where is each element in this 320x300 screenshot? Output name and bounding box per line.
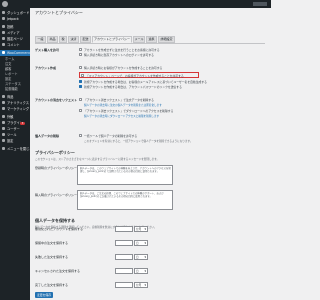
retention-heading: 個人データを保持する	[35, 218, 75, 223]
tab-7[interactable]: 連携	[146, 36, 157, 43]
settings-icon	[2, 139, 5, 142]
personal-data-option: 一括ツールで個人データの削除を許可する	[84, 134, 138, 138]
update-count-badge: 3	[20, 121, 25, 125]
sidebar-item-21[interactable]: 設定	[0, 138, 30, 144]
dashboard-icon	[2, 11, 5, 14]
erase-orders-checkbox[interactable]	[79, 98, 82, 101]
retention-unit-select[interactable]: 日	[134, 254, 148, 260]
analytics-icon	[2, 101, 5, 104]
retention-unit-select[interactable]: 日	[134, 240, 148, 246]
tab-3[interactable]: 決済	[68, 36, 79, 43]
tab-2[interactable]: 税	[59, 36, 67, 43]
retention-unit-select[interactable]: 日	[134, 268, 148, 274]
retention-number-input[interactable]	[115, 282, 133, 288]
password-link-checkbox[interactable]	[79, 85, 82, 88]
retention-unit-select[interactable]: か月	[134, 282, 148, 288]
comment-icon	[2, 43, 5, 46]
collapse-icon	[2, 147, 5, 150]
main-content: アカウントとプライバシー 一般 商品税決済 配送 アカウントとプライバシー メール 連携詳…	[30, 8, 271, 300]
product-icon	[2, 95, 5, 98]
tab-4[interactable]: 配送	[80, 36, 91, 43]
guest-checkout-option-1: アカウントを作成せずに注文を行うことをお客様に許可する	[84, 48, 160, 52]
page-title: アカウントとプライバシー	[35, 10, 83, 15]
sidebar-item-1[interactable]: Jetpack	[0, 16, 30, 22]
guest-login-checkbox[interactable]	[79, 53, 82, 56]
tab-8[interactable]: 詳細設定	[158, 36, 175, 43]
privacy-heading: プライバシーポリシー	[35, 150, 75, 155]
user-icon	[2, 127, 5, 130]
tab-6[interactable]: メール	[133, 36, 145, 43]
account-creation-label: アカウント作成	[35, 66, 57, 70]
account-creation-option-4: 新規アカウントを作成する場合は、アカウントパスワードのリンクを送信する	[84, 85, 182, 89]
privacy-desc: このセクションは、ストアのさまざまなページに表示するプライバシーに関するメッセー…	[35, 158, 160, 161]
woo-icon	[2, 51, 5, 54]
page-icon	[2, 37, 5, 40]
retention-label: 失敗した注文を保持する	[35, 255, 69, 259]
reg-privacy-text: 個人データは、このウェブサイトでの体験を向上させ、アカウントへのアクセスを管理し…	[80, 167, 171, 174]
reg-privacy-textarea[interactable]: 個人データは、このウェブサイトでの体験を向上させ、アカウントへのアクセスを管理し…	[77, 165, 173, 185]
sidebar-item-13[interactable]: 拡張機能	[0, 86, 30, 92]
appearance-icon	[2, 115, 5, 118]
checkout-privacy-text: 個人データは、ご注文の処理、このウェブサイトでの体験のサポート、および [pri…	[80, 192, 164, 199]
myaccount-account-checkbox[interactable]	[81, 73, 84, 77]
marketing-icon	[2, 107, 5, 110]
bulk-remove-checkbox[interactable]	[79, 134, 82, 137]
erasure-option-1: 「アカウント消去リクエスト」で注文データを削除する	[84, 98, 154, 102]
personal-data-label: 個人データの削除	[35, 134, 60, 138]
retention-label: 無効化されたアカウントを保持する	[35, 227, 84, 231]
checkout-privacy-label: 購入時のプライバシーポリシー	[35, 193, 77, 197]
tab-divider	[35, 43, 265, 44]
guest-checkout-option-2: 購入手続き時に既存アカウントへのログインを許可する	[84, 53, 154, 57]
retention-label: 保留中の注文を保持する	[35, 241, 69, 245]
pin-icon	[2, 25, 5, 28]
account-creation-option-2: 「マイアカウント」ページで、お客様がアカウントを作成することを許可する	[86, 73, 184, 78]
retention-number-input[interactable]	[115, 268, 133, 274]
checkout-privacy-textarea[interactable]: 個人データは、ご注文の処理、このウェブサイトでの体験のサポート、および [pri…	[77, 190, 173, 210]
tool-icon	[2, 133, 5, 136]
erasure-desc-1: 個人データの消去時に注文の個人データを削除または匿名化します	[84, 104, 162, 107]
save-changes-button[interactable]: 変更を保存	[35, 292, 53, 298]
sidebar-item-label: 拡張機能	[5, 87, 18, 91]
account-creation-option-3: 新規アカウントを作成する場合は、お客様のメールアドレスに基づいてユーザー名を自動…	[84, 80, 207, 84]
retention-label: キャンセルされた注文を保持する	[35, 269, 81, 273]
sidebar-item-label: Jetpack	[7, 17, 19, 21]
retention-number-input[interactable]	[115, 240, 133, 246]
admin-sidebar: ダッシュボード Jetpack 投稿 メディア 固定ページ コメント WooCommerce…	[0, 8, 33, 300]
sidebar-item-16[interactable]: マーケティング	[0, 106, 30, 112]
tab-0[interactable]: 一般	[35, 36, 46, 43]
erasure-label: アカウントの消去をリクエスト	[35, 98, 78, 102]
user-greeting[interactable]	[253, 2, 267, 6]
sidebar-item-22[interactable]: メニューを閉じる	[0, 146, 33, 152]
guest-checkout-label: ゲスト購入を許可	[35, 48, 60, 52]
wordpress-logo-icon[interactable]	[2, 1, 8, 7]
checkout-account-checkbox[interactable]	[79, 66, 82, 69]
retention-label: 完了した注文を保持する	[35, 283, 69, 287]
auto-username-checkbox[interactable]	[79, 80, 82, 83]
admin-bar	[0, 0, 271, 8]
jetpack-icon	[2, 17, 5, 20]
account-creation-option-1: 購入手続き時にお客様がアカウントを作成することを許可する	[84, 66, 163, 70]
sidebar-item-label: コメント	[7, 43, 20, 47]
retention-unit-select[interactable]: か月	[134, 226, 148, 232]
personal-data-desc: このオプションを有効にすると、一括アクションで個人データを削除できるようになりま…	[84, 140, 193, 143]
retention-number-input[interactable]	[115, 226, 133, 232]
retention-number-input[interactable]	[115, 254, 133, 260]
erase-downloads-checkbox[interactable]	[79, 109, 82, 112]
reg-privacy-label: 登録時のプライバシーポリシー	[35, 166, 77, 170]
media-icon	[2, 31, 5, 34]
tab-5[interactable]: アカウントとプライバシー	[92, 36, 132, 43]
plugin-icon	[2, 121, 5, 124]
erasure-option-2: 「アカウント消去リクエスト」でダウンロードへのアクセスを削除する	[84, 109, 174, 113]
erasure-desc-2: 個人データの消去時にダウンロードアクセスと権限を削除します	[84, 115, 160, 118]
sidebar-item-label: メニューを閉じる	[7, 147, 33, 151]
guest-checkout-checkbox[interactable]	[79, 48, 82, 51]
sidebar-item-label: マーケティング	[7, 107, 30, 111]
sidebar-item-label: 設定	[7, 139, 14, 143]
tab-1[interactable]: 商品	[47, 36, 58, 43]
sidebar-item-5[interactable]: コメント	[0, 42, 30, 48]
